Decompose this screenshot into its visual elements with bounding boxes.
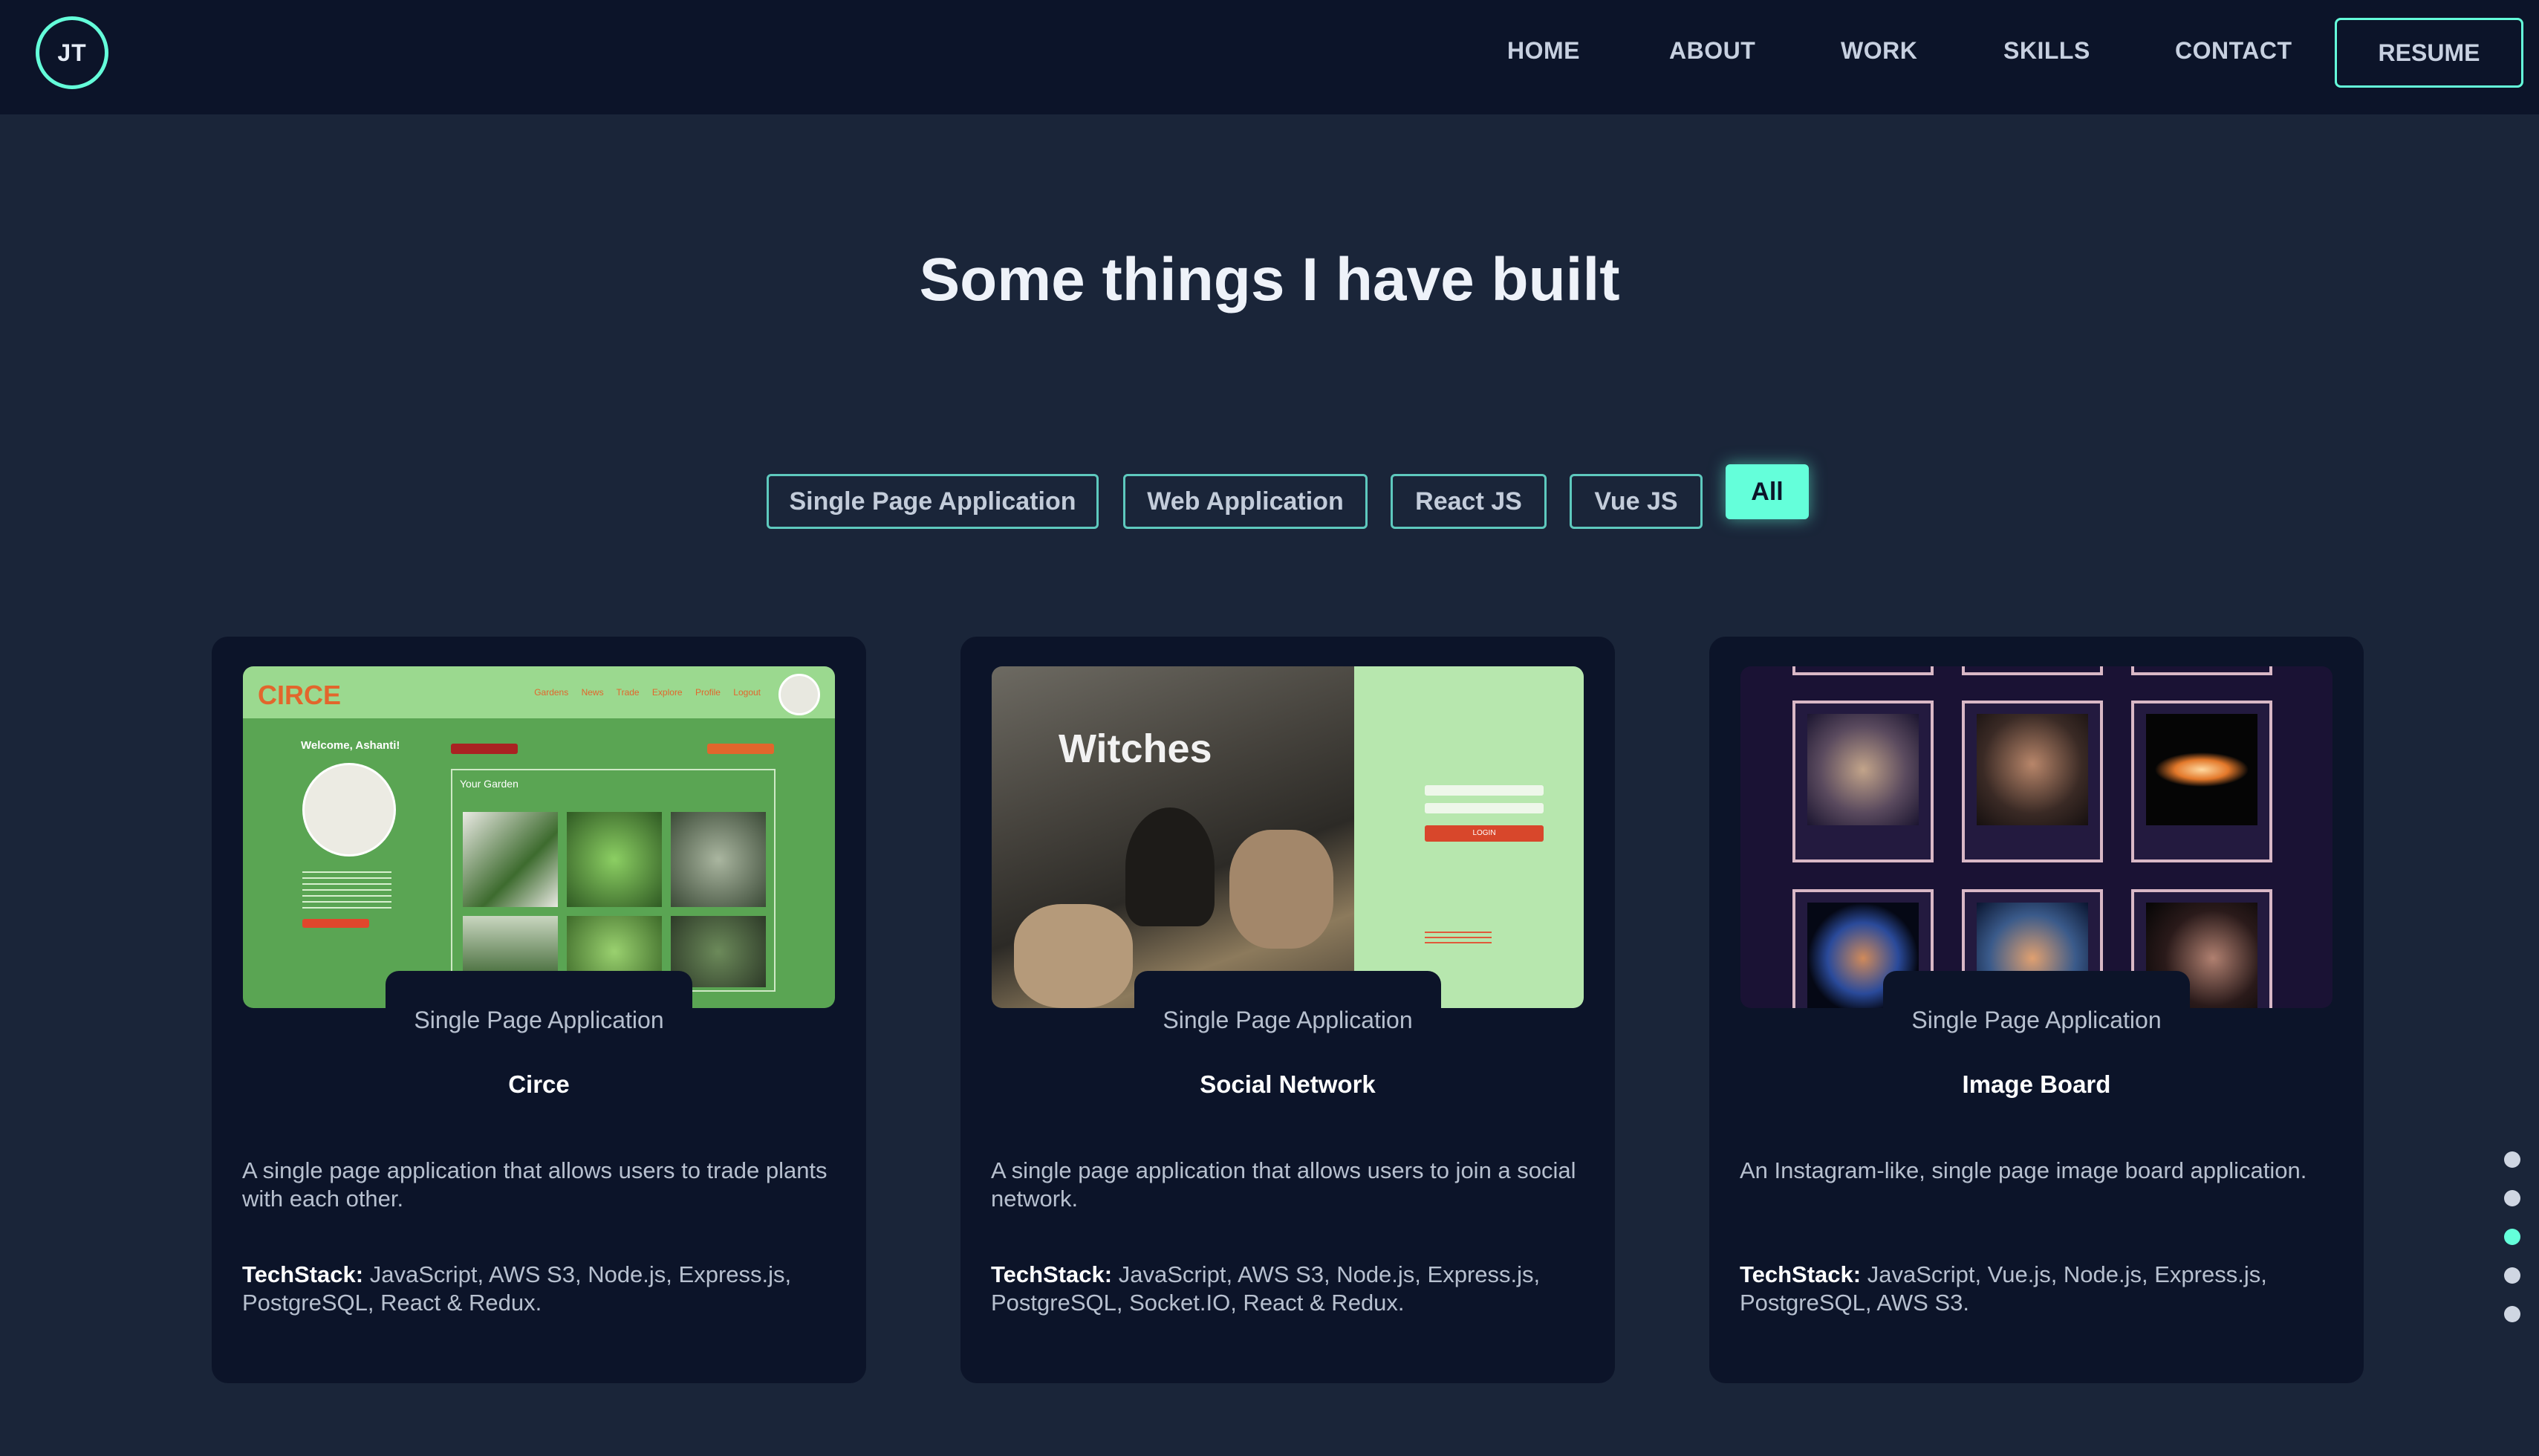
project-category: Single Page Application: [1163, 1007, 1413, 1033]
thumb-profile-photo: [302, 763, 396, 857]
thumb-image-frame: [1962, 701, 2103, 862]
thumb-blackhole-image: [2146, 714, 2257, 825]
project-techstack: TechStack: JavaScript, Vue.js, Node.js, …: [1740, 1261, 2341, 1317]
thumb-plant-3: [671, 812, 766, 907]
project-title: Image Board: [1962, 1070, 2111, 1098]
project-description: A single page application that allows us…: [242, 1157, 828, 1212]
techstack-label: TechStack:: [1740, 1261, 1862, 1287]
thumb-image-frame: [2131, 701, 2272, 862]
thumb-body: Welcome, Ashanti! Your Garden: [243, 718, 835, 1008]
thumb-frame-partial: [2131, 666, 2272, 675]
project-card-circe[interactable]: CIRCE Gardens News Trade Explore Profile…: [212, 637, 866, 1383]
thumb-nav: Gardens News Trade Explore Profile Logou…: [534, 687, 761, 698]
project-card-image-board[interactable]: Single Page Application Image Board An I…: [1709, 637, 2364, 1383]
filter-web-application[interactable]: Web Application: [1123, 474, 1368, 529]
thumb-logo: CIRCE: [258, 680, 342, 710]
project-card-social-network[interactable]: Witches LOGIN Single Page Application So…: [960, 637, 1615, 1383]
thumb-garden-badge: [707, 744, 774, 754]
thumb-edit-button: [302, 919, 369, 928]
thumb-nebula-image: [1807, 714, 1919, 825]
section-dot-2[interactable]: [2504, 1190, 2520, 1206]
section-dot-4[interactable]: [2504, 1267, 2520, 1284]
section-title: Some things I have built: [919, 246, 1620, 313]
thumb-painting: [992, 666, 1354, 1008]
project-thumbnail[interactable]: [1740, 666, 2332, 1008]
thumb-login-panel: LOGIN: [1354, 666, 1584, 1008]
nav-home-link[interactable]: HOME: [1507, 37, 1580, 65]
filter-all[interactable]: All: [1726, 464, 1809, 519]
techstack-label: TechStack:: [991, 1261, 1113, 1287]
thumb-welcome: Welcome, Ashanti!: [301, 739, 400, 752]
project-category: Single Page Application: [1911, 1007, 2162, 1033]
project-techstack: TechStack: JavaScript, AWS S3, Node.js, …: [242, 1261, 844, 1317]
project-thumbnail[interactable]: CIRCE Gardens News Trade Explore Profile…: [243, 666, 835, 1008]
filter-vue-js[interactable]: Vue JS: [1570, 474, 1703, 529]
thumb-goat-figure: [1125, 807, 1215, 926]
nav-work-link[interactable]: WORK: [1841, 37, 1917, 65]
thumb-image-frame: [1792, 701, 1934, 862]
nav-contact-link[interactable]: CONTACT: [2175, 37, 2292, 65]
project-title: Social Network: [1200, 1070, 1376, 1098]
thumb-panel-title: Your Garden: [460, 778, 518, 790]
thumb-plant-2: [567, 812, 662, 907]
thumb-email-field: [1425, 785, 1544, 796]
section-dot-1[interactable]: [2504, 1151, 2520, 1168]
filter-react-js[interactable]: React JS: [1391, 474, 1547, 529]
thumb-plant-1: [463, 812, 558, 907]
filter-single-page-application[interactable]: Single Page Application: [767, 474, 1099, 529]
thumb-frame-partial: [1792, 666, 1934, 675]
thumb-woman-figure: [1014, 904, 1133, 1008]
nav-skills-link[interactable]: SKILLS: [2003, 37, 2090, 65]
project-category: Single Page Application: [414, 1007, 664, 1033]
thumb-portrait-image: [1977, 714, 2088, 825]
project-description: A single page application that allows us…: [991, 1157, 1576, 1212]
section-dot-3[interactable]: [2504, 1229, 2520, 1245]
techstack-label: TechStack:: [242, 1261, 364, 1287]
thumb-garden-panel: Your Garden: [451, 769, 776, 992]
project-thumbnail[interactable]: Witches LOGIN: [992, 666, 1584, 1008]
project-description: An Instagram-like, single page image boa…: [1740, 1157, 2307, 1183]
nav-about-link[interactable]: ABOUT: [1669, 37, 1755, 65]
thumb-crowd-figure: [1229, 830, 1333, 949]
project-techstack: TechStack: JavaScript, AWS S3, Node.js, …: [991, 1261, 1593, 1317]
thumb-register-text: [1425, 928, 1492, 944]
project-title: Circe: [508, 1070, 570, 1098]
thumb-trading-badge: [451, 744, 518, 754]
thumb-frame-partial: [1962, 666, 2103, 675]
thumb-password-field: [1425, 803, 1544, 813]
thumb-overlay-title: Witches: [1059, 727, 1212, 771]
thumb-avatar: [778, 674, 820, 715]
section-dot-5[interactable]: [2504, 1306, 2520, 1322]
resume-button[interactable]: RESUME: [2335, 18, 2523, 88]
main-nav: HOME ABOUT WORK SKILLS CONTACT: [0, 0, 2539, 114]
thumb-profile-text: [302, 867, 391, 911]
thumb-login-button: LOGIN: [1425, 825, 1544, 842]
top-navbar: JT HOME ABOUT WORK SKILLS CONTACT RESUME: [0, 0, 2539, 114]
